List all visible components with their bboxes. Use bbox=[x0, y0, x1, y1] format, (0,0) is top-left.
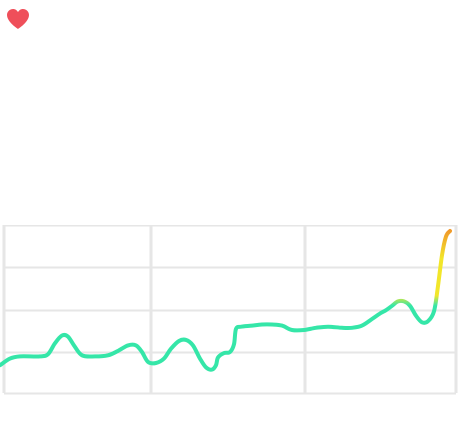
heart-icon-graphic bbox=[7, 9, 29, 29]
heart-icon[interactable] bbox=[5, 7, 31, 31]
chart-svg bbox=[0, 225, 458, 395]
series-line-0 bbox=[0, 229, 452, 372]
page bbox=[0, 0, 470, 431]
line-chart bbox=[0, 225, 460, 396]
